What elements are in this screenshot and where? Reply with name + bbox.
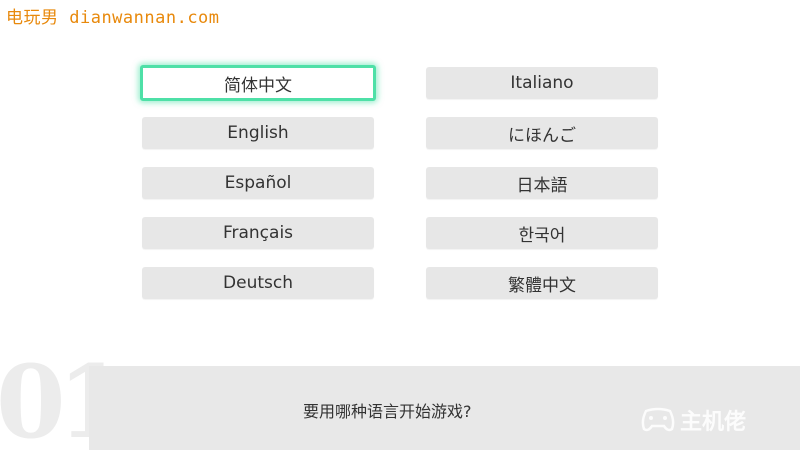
language-option-japanese[interactable]: 日本語 [426, 167, 658, 199]
language-grid: 简体中文 English Español Français Deutsch It… [0, 0, 800, 340]
language-option-korean[interactable]: 한국어 [426, 217, 658, 249]
language-option-english[interactable]: English [142, 117, 374, 149]
language-option-spanish[interactable]: Español [142, 167, 374, 199]
language-option-italian[interactable]: Italiano [426, 67, 658, 99]
logo-watermark: 主机佬 [640, 404, 746, 436]
language-option-french[interactable]: Français [142, 217, 374, 249]
language-option-traditional-chinese[interactable]: 繁體中文 [426, 267, 658, 299]
logo-text: 主机佬 [680, 410, 747, 435]
language-option-simplified-chinese[interactable]: 简体中文 [140, 65, 376, 101]
language-option-japanese-hiragana[interactable]: にほんご [426, 117, 658, 149]
gamepad-icon [640, 407, 676, 433]
language-prompt: 要用哪种语言开始游戏? [303, 402, 472, 421]
language-option-german[interactable]: Deutsch [142, 267, 374, 299]
